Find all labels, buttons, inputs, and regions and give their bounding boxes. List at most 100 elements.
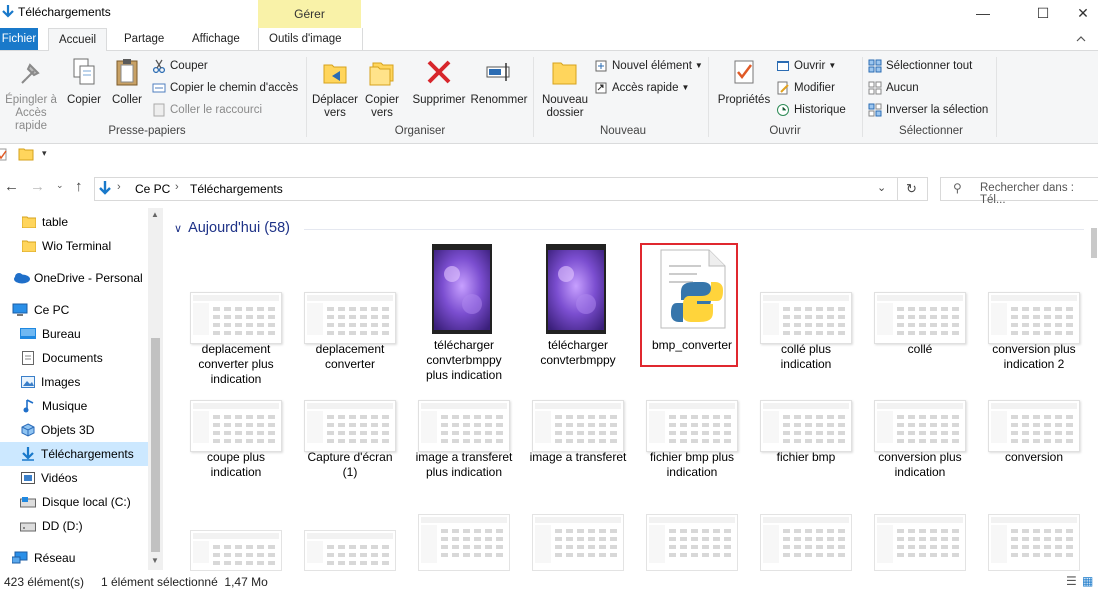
navigation-pane: table Wio Terminal OneDrive - Personal C… [0, 208, 163, 570]
new-item-button[interactable]: Nouvel élément ▼ [594, 57, 703, 75]
file-tile[interactable]: image a transferet plus indication [410, 352, 518, 479]
content-scroll-thumb[interactable] [1091, 228, 1097, 258]
file-tile[interactable]: collé plus indication [752, 244, 860, 371]
scroll-down-icon[interactable]: ▼ [151, 556, 159, 565]
sidebar-item-table[interactable]: table [0, 210, 148, 234]
refresh-button[interactable]: ↻ [897, 177, 928, 201]
sidebar-scroll-thumb[interactable] [151, 338, 160, 552]
file-tile[interactable]: deplacement converter plus indication [182, 244, 290, 386]
tab-outils-image[interactable]: Outils d'image [258, 28, 363, 50]
breadcrumb-ce-pc[interactable]: Ce PC [135, 182, 170, 196]
file-tile[interactable]: télécharger convterbmppy plus indication [410, 244, 518, 382]
recent-locations-icon[interactable]: ⌄ [56, 180, 64, 191]
cut-button[interactable]: Couper [152, 57, 208, 75]
sidebar-item-onedrive[interactable]: OneDrive - Personal [0, 266, 148, 290]
minimize-button[interactable]: — [960, 0, 1006, 26]
content-scrollbar[interactable] [1090, 208, 1098, 570]
file-tile-partial[interactable] [874, 514, 966, 571]
sidebar-item-images[interactable]: Images [0, 370, 148, 394]
select-none-button[interactable]: Aucun [868, 79, 919, 97]
paste-button[interactable]: Coller [108, 57, 146, 107]
copy-button[interactable]: Copier [64, 57, 104, 107]
file-tile-partial[interactable] [418, 514, 510, 571]
details-view-icon[interactable]: ☰ [1066, 574, 1077, 588]
file-tile[interactable]: coupe plus indication [182, 352, 290, 479]
sidebar-item-bureau[interactable]: Bureau [0, 322, 148, 346]
new-folder-button[interactable]: Nouveau dossier [538, 57, 592, 120]
file-tile[interactable]: conversion [980, 352, 1088, 472]
file-tile-python[interactable]: bmp_converter [638, 243, 746, 367]
history-button[interactable]: Historique [776, 101, 846, 119]
search-box[interactable]: ⚲ Rechercher dans : Tél... [940, 177, 1098, 206]
sidebar-item-musique[interactable]: Musique [0, 394, 148, 418]
maximize-button[interactable]: ☐ [1020, 0, 1066, 26]
forward-arrow-icon[interactable]: → [30, 178, 45, 195]
delete-button[interactable]: Supprimer [410, 57, 468, 107]
file-tile-partial[interactable] [304, 530, 396, 573]
file-tile-partial[interactable] [988, 514, 1080, 571]
invert-selection-button[interactable]: Inverser la sélection [868, 101, 988, 119]
copy-label: Copier [67, 94, 101, 106]
copy-to-button[interactable]: Copier vers [360, 57, 404, 120]
up-arrow-icon[interactable]: ↑ [75, 178, 83, 195]
scroll-up-icon[interactable]: ▲ [151, 210, 159, 219]
file-name: image a transferet plus indication [415, 450, 513, 479]
close-button[interactable]: ✕ [1068, 0, 1098, 26]
sidebar-item-dd-d[interactable]: DD (D:) [0, 514, 148, 538]
sidebar-item-label: table [42, 215, 69, 229]
sidebar-item-documents[interactable]: Documents [0, 346, 148, 370]
collapse-ribbon-icon[interactable] [1076, 35, 1086, 43]
sidebar-item-reseau[interactable]: Réseau [0, 546, 148, 570]
file-tile-partial[interactable] [190, 530, 282, 573]
sidebar-item-ce-pc[interactable]: Ce PC [0, 298, 148, 322]
sidebar-scrollbar[interactable]: ▲ ▼ [148, 208, 163, 570]
open-button[interactable]: Ouvrir ▼ [776, 57, 836, 75]
file-tile[interactable]: Capture d'écran (1) [296, 352, 404, 479]
properties-small-icon[interactable] [0, 148, 8, 162]
select-all-button[interactable]: Sélectionner tout [868, 57, 972, 75]
rename-button[interactable]: Renommer [470, 57, 528, 107]
file-tile[interactable]: deplacement converter [296, 244, 404, 371]
group-header[interactable]: ∨ Aujourd'hui (58) [174, 220, 290, 236]
file-tile[interactable]: collé [866, 244, 974, 364]
breadcrumb-telechargements[interactable]: Téléchargements [190, 182, 283, 196]
new-item-label: Nouvel élément [612, 60, 692, 72]
customize-toolbar-icon[interactable]: ▾ [42, 148, 47, 159]
folder-icon [22, 216, 36, 228]
tab-affichage[interactable]: Affichage [182, 28, 250, 50]
group-label-selectionner: Sélectionner [899, 125, 963, 137]
sidebar-item-videos[interactable]: Vidéos [0, 466, 148, 490]
tab-accueil[interactable]: Accueil [48, 28, 108, 51]
file-tile[interactable]: fichier bmp plus indication [638, 352, 746, 479]
file-tile-partial[interactable] [760, 514, 852, 571]
file-tile[interactable]: fichier bmp [752, 352, 860, 472]
properties-button[interactable]: Propriétés [714, 57, 774, 107]
address-dropdown-icon[interactable]: ⌄ [877, 181, 886, 194]
file-tile[interactable]: conversion plus indication [866, 352, 974, 479]
copy-path-button[interactable]: Copier le chemin d'accès [152, 79, 298, 97]
tab-fichier[interactable]: Fichier [0, 28, 38, 50]
open-label: Ouvrir [794, 60, 826, 72]
sidebar-item-objets-3d[interactable]: Objets 3D [0, 418, 148, 442]
sidebar-item-disque-c[interactable]: Disque local (C:) [0, 490, 148, 514]
paste-shortcut-button[interactable]: Coller le raccourci [152, 101, 262, 119]
file-tile[interactable]: conversion plus indication 2 [980, 244, 1088, 371]
folder-small-icon[interactable] [18, 147, 34, 161]
pin-quick-access-button[interactable]: Épingler à Accès rapide [0, 57, 62, 133]
move-to-button[interactable]: Déplacer vers [310, 57, 360, 120]
easy-access-button[interactable]: Accès rapide ▼ [594, 79, 689, 97]
scissors-icon [152, 59, 166, 73]
sidebar-item-wio-terminal[interactable]: Wio Terminal [0, 234, 148, 258]
invert-selection-label: Inverser la sélection [886, 104, 989, 116]
file-tile[interactable]: image a transferet [524, 352, 632, 472]
file-tile-partial[interactable] [646, 514, 738, 571]
file-tile[interactable]: télécharger convterbmppy [524, 244, 632, 367]
large-icons-view-icon[interactable]: ▦ [1082, 574, 1093, 588]
address-bar[interactable]: › Ce PC › Téléchargements ⌄ [94, 177, 898, 201]
file-name: fichier bmp [776, 450, 836, 464]
sidebar-item-telechargements[interactable]: Téléchargements [0, 442, 148, 466]
back-arrow-icon[interactable]: ← [4, 178, 19, 195]
tab-partage[interactable]: Partage [114, 28, 174, 50]
edit-button[interactable]: Modifier [776, 79, 835, 97]
file-tile-partial[interactable] [532, 514, 624, 571]
